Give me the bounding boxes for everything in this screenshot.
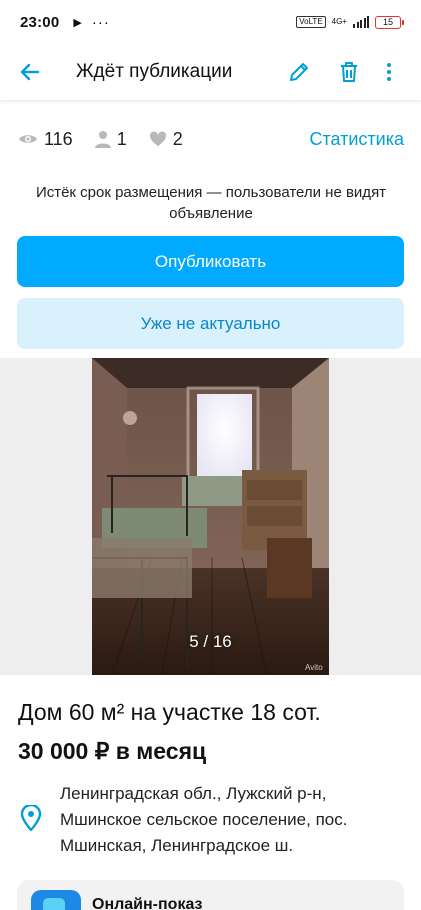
heart-icon [149,131,166,146]
publish-button[interactable]: Опубликовать [17,236,404,287]
volte-badge: VoLTE [296,16,326,28]
location-pin-icon [20,803,42,836]
trash-icon [341,62,357,82]
person-icon [94,131,111,148]
views-stat: 116 [18,129,73,150]
listing-price: 30 000 ₽ в месяц [18,738,207,764]
status-bar: 23:00 ▶ ··· VoLTE 4G+ 15 [0,0,421,44]
eye-icon [19,135,37,143]
photo-gallery[interactable]: 5 / 16 Avito [0,358,421,675]
photo-counter: 5 / 16 [189,632,232,651]
pencil-icon [290,63,308,81]
more-notifications-icon: ··· [91,13,110,31]
page-title: Ждёт публикации [76,61,233,82]
top-app-bar: Ждёт публикации [0,44,421,100]
favorites-count: 2 [172,128,183,149]
contacts-stat: 1 [94,128,127,150]
contacts-count: 1 [116,128,127,149]
play-icon: ▶ [73,16,82,29]
not-relevant-button[interactable]: Уже не актуально [17,298,404,349]
listing-title: Дом 60 м² на участке 18 сот. [18,699,321,725]
online-showing-card[interactable]: Онлайн-показ [17,880,404,910]
battery-level: 15 [382,16,393,27]
stats-row: 116 1 2 Статистика [18,126,404,152]
back-button[interactable] [14,56,46,88]
views-count: 116 [44,128,73,149]
room-photo-image [92,358,329,675]
expiry-notice: Истёк срок размещения — пользователи не … [35,184,387,222]
more-vertical-icon [387,63,391,81]
edit-button[interactable] [281,54,317,90]
online-showing-title: Онлайн-показ [92,896,203,910]
status-time: 23:00 [20,13,60,31]
favorites-stat: 2 [149,129,183,150]
delete-button[interactable] [331,54,367,90]
avito-watermark: Avito [305,663,323,672]
more-button[interactable] [371,54,407,90]
network-type: 4G+ [331,17,347,26]
listing-photo[interactable] [92,358,329,675]
statistics-link[interactable]: Статистика [309,129,404,150]
listing-address: Ленинградская обл., Лужский р-н, Мшинско… [60,784,348,855]
battery-icon: 15 [375,15,404,29]
signal-icon [353,16,369,28]
video-call-icon [31,890,81,910]
arrow-left-icon [20,63,40,81]
